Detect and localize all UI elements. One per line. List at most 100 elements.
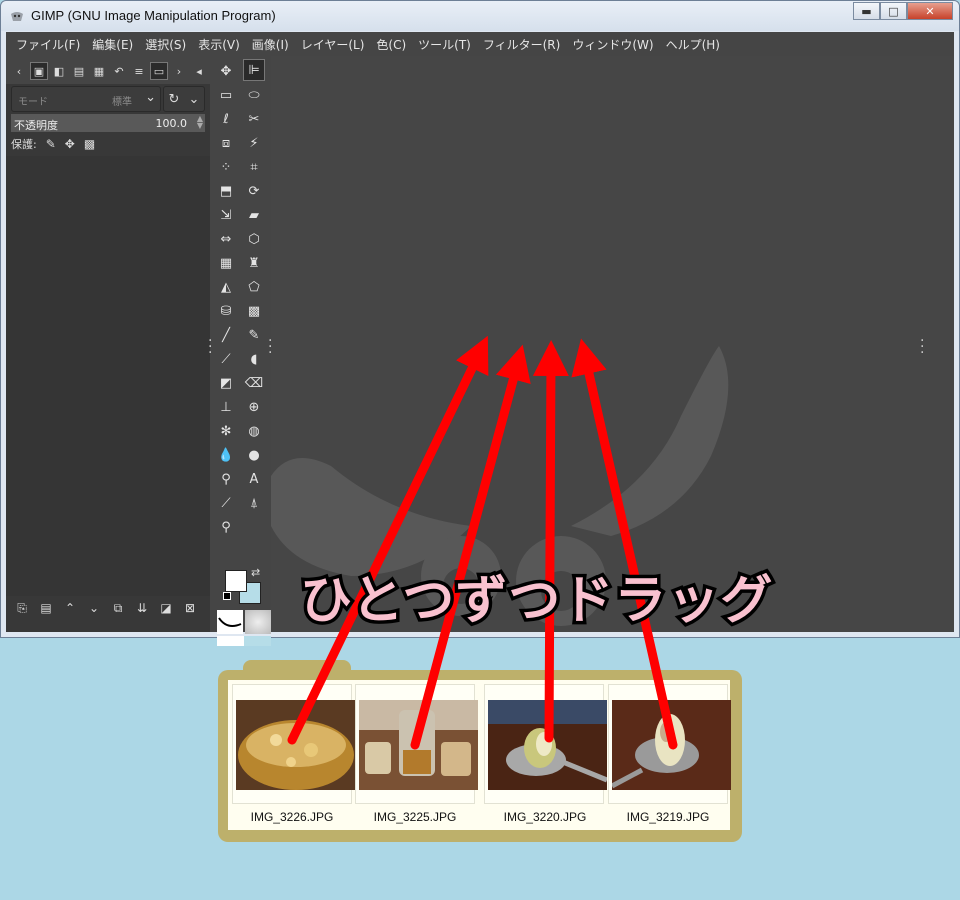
chevron-right-icon[interactable]: › — [170, 62, 188, 80]
title-bar[interactable]: GIMP (GNU Image Manipulation Program) ▬ … — [1, 1, 959, 31]
file-thumbnail[interactable] — [232, 684, 355, 806]
menu-select[interactable]: 選択(S) — [139, 36, 192, 53]
ink-icon[interactable]: ◖ — [243, 348, 265, 370]
maximize-button[interactable]: □ — [880, 2, 907, 20]
right-dock-handle-icon[interactable]: · · · — [920, 334, 924, 360]
undo-history-tab-icon[interactable]: ↶ — [110, 62, 128, 80]
zoom-icon[interactable]: ⚲ — [215, 516, 237, 538]
menu-view[interactable]: 表示(V) — [192, 36, 246, 53]
cage-transform-icon[interactable]: ▦ — [215, 252, 237, 274]
unified-transform-icon[interactable]: ⬒ — [215, 180, 237, 202]
duplicate-layer-icon[interactable]: ⧉ — [110, 600, 126, 616]
file-thumbnail[interactable] — [355, 684, 478, 806]
convolve-icon[interactable]: ◍ — [243, 420, 265, 442]
menu-image[interactable]: 画像(I) — [246, 36, 295, 53]
warp-transform-icon[interactable]: ♜ — [243, 252, 265, 274]
text-icon[interactable]: A — [243, 468, 265, 490]
rotate-icon[interactable]: ⟳ — [243, 180, 265, 202]
flip-icon[interactable]: ⇔ — [215, 228, 237, 250]
empty-canvas-area[interactable] — [271, 56, 954, 632]
file-thumbnail[interactable] — [608, 684, 731, 806]
foreground-color-swatch-top[interactable] — [225, 570, 247, 592]
images-tab-icon[interactable]: ▭ — [150, 62, 168, 80]
paintbrush-icon[interactable]: ╱ — [215, 324, 237, 346]
brushes-tab-icon[interactable]: ≡ — [130, 62, 148, 80]
chevron-down-icon: ⌄ — [188, 91, 200, 107]
menu-help[interactable]: ヘルプ(H) — [660, 36, 726, 53]
lock-pixels-icon[interactable]: ✎ — [46, 137, 56, 151]
clone-icon[interactable]: ⊥ — [215, 396, 237, 418]
ellipse-select-icon[interactable]: ⬭ — [243, 84, 265, 106]
layer-list[interactable] — [6, 156, 210, 596]
select-by-color-icon[interactable]: ⁘ — [215, 156, 237, 178]
brush-preview[interactable] — [217, 610, 243, 634]
left-dock-handle-icon[interactable]: · · · — [208, 334, 212, 360]
dodge-burn-icon[interactable]: 💧 — [215, 444, 237, 466]
menu-windows[interactable]: ウィンドウ(W) — [566, 36, 659, 53]
lower-layer-icon[interactable]: ⌄ — [86, 600, 102, 616]
new-layer-icon[interactable]: ⎘ — [14, 600, 30, 616]
color-picker-icon[interactable]: ⟋ — [215, 492, 237, 514]
menu-filters[interactable]: フィルター(R) — [477, 36, 566, 53]
lock-row: 保護: ✎ ✥ ▩ — [11, 135, 95, 153]
smudge-icon[interactable]: ✻ — [215, 420, 237, 442]
layer-mode-select[interactable]: モード 標準 ⌄ — [11, 86, 161, 112]
close-button[interactable]: ✕ — [907, 2, 953, 20]
file-thumbnail[interactable] — [484, 684, 607, 806]
dock-menu-icon[interactable]: ◂ — [190, 62, 208, 80]
airbrush-icon[interactable]: ⟋ — [215, 348, 237, 370]
bucket-fill-icon[interactable]: ⛁ — [215, 300, 237, 322]
menu-colors[interactable]: 色(C) — [370, 36, 412, 53]
eraser-icon[interactable]: ⌫ — [243, 372, 265, 394]
layers-tab-icon[interactable]: ▣ — [30, 62, 48, 80]
pencil-icon[interactable]: ✎ — [243, 324, 265, 346]
align-tool-icon[interactable]: ⊫ — [243, 59, 265, 81]
merge-down-icon[interactable]: ⇊ — [134, 600, 150, 616]
delete-layer-icon[interactable]: ⊠ — [182, 600, 198, 616]
composite-mode-button[interactable]: ↻ ⌄ — [163, 86, 205, 112]
raise-layer-icon[interactable]: ⌃ — [62, 600, 78, 616]
handle-transform-icon[interactable]: ◭ — [215, 276, 237, 298]
toolbox-handle-icon[interactable]: · · · — [268, 334, 272, 360]
new-layer-group-icon[interactable]: ▤ — [38, 600, 54, 616]
menu-file[interactable]: ファイル(F) — [10, 36, 86, 53]
move-tool-icon[interactable]: ✥ — [215, 60, 237, 82]
opacity-slider[interactable]: 不透明度 100.0 ▲ ▼ — [11, 114, 205, 132]
colormap-tab-icon[interactable]: ▦ — [90, 62, 108, 80]
crop-icon[interactable]: ⌗ — [243, 156, 265, 178]
reset-icon: ↻ — [168, 91, 180, 107]
menu-tools[interactable]: ツール(T) — [412, 36, 477, 53]
menu-edit[interactable]: 編集(E) — [86, 36, 139, 53]
lock-alpha-icon[interactable]: ▩ — [84, 137, 95, 151]
foreground-select-icon[interactable]: ⧈ — [215, 132, 237, 154]
mypaint-brush-icon[interactable]: ◩ — [215, 372, 237, 394]
spin-arrows-icon[interactable]: ▲ ▼ — [197, 115, 203, 130]
swap-colors-icon[interactable]: ⇄ — [251, 566, 260, 579]
paths-tab-icon[interactable]: ▤ — [70, 62, 88, 80]
gradient-preview[interactable] — [217, 636, 271, 646]
fuzzy-select-icon[interactable]: ⚡ — [243, 132, 265, 154]
pattern-preview[interactable] — [245, 610, 271, 634]
chevron-left-icon[interactable]: ‹ — [10, 62, 28, 80]
rect-select-icon[interactable]: ▭ — [215, 84, 237, 106]
file-name-label: IMG_3225.JPG — [373, 810, 457, 824]
lasso-icon[interactable]: ℓ — [215, 108, 237, 130]
gradient-icon[interactable]: ▩ — [243, 300, 265, 322]
brush-stroke-icon — [218, 617, 242, 627]
shear-icon[interactable]: ▰ — [243, 204, 265, 226]
opacity-label: 不透明度 — [14, 119, 58, 132]
paths-icon[interactable]: ⚲ — [215, 468, 237, 490]
layer-mask-icon[interactable]: ◪ — [158, 600, 174, 616]
menu-layer[interactable]: レイヤー(L) — [295, 36, 371, 53]
perspective-clone-icon[interactable]: ⬠ — [243, 276, 265, 298]
lock-position-icon[interactable]: ✥ — [65, 137, 75, 151]
minimize-button[interactable]: ▬ — [853, 2, 880, 20]
blur-icon[interactable]: ● — [243, 444, 265, 466]
measure-icon[interactable]: ⍋ — [243, 492, 265, 514]
default-colors-icon[interactable] — [223, 592, 231, 600]
channels-tab-icon[interactable]: ◧ — [50, 62, 68, 80]
scale-icon[interactable]: ⇲ — [215, 204, 237, 226]
heal-icon[interactable]: ⊕ — [243, 396, 265, 418]
scissors-icon[interactable]: ✂ — [243, 108, 265, 130]
perspective-icon[interactable]: ⬡ — [243, 228, 265, 250]
